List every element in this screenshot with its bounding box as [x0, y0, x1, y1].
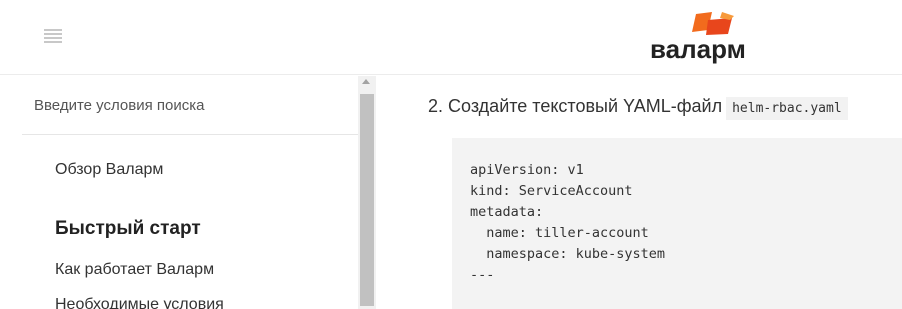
search-input[interactable]	[34, 94, 334, 116]
sidebar-scrollbar[interactable]	[358, 76, 376, 309]
code-line: kind: ServiceAccount	[470, 183, 633, 199]
inline-filename: helm-rbac.yaml	[726, 97, 848, 120]
logo-wordmark[interactable]: валарм	[650, 34, 746, 65]
code-line: apiVersion: v1	[470, 162, 584, 178]
sidebar-item-overview[interactable]: Обзор Валарм	[55, 161, 163, 179]
sidebar-heading-quickstart[interactable]: Быстрый старт	[55, 218, 201, 240]
code-line: metadata:	[470, 204, 544, 220]
code-line: ---	[470, 267, 495, 283]
code-line: namespace: kube-system	[470, 246, 666, 262]
step-text: 2. Создайте текстовый YAML-файл	[428, 96, 723, 116]
sidebar-item-how-it-works[interactable]: Как работает Валарм	[55, 261, 214, 279]
scroll-up-arrow-icon[interactable]	[362, 79, 370, 84]
scrollbar-thumb[interactable]	[360, 94, 374, 306]
sidebar-item-prerequisites[interactable]: Необходимые условия	[55, 296, 224, 309]
step-instruction: 2. Создайте текстовый YAML-файл helm-rbac…	[428, 96, 848, 120]
hamburger-menu-icon[interactable]	[44, 29, 62, 43]
yaml-code-block[interactable]: apiVersion: v1 kind: ServiceAccount meta…	[452, 138, 902, 309]
sidebar: Обзор Валарм Быстрый старт Как работает …	[22, 76, 358, 309]
search-box	[22, 76, 358, 135]
main-content: 2. Создайте текстовый YAML-файл helm-rbac…	[376, 76, 902, 309]
top-header: валарм	[0, 0, 902, 75]
code-line: name: tiller-account	[470, 225, 649, 241]
code-content: apiVersion: v1 kind: ServiceAccount meta…	[470, 160, 665, 286]
